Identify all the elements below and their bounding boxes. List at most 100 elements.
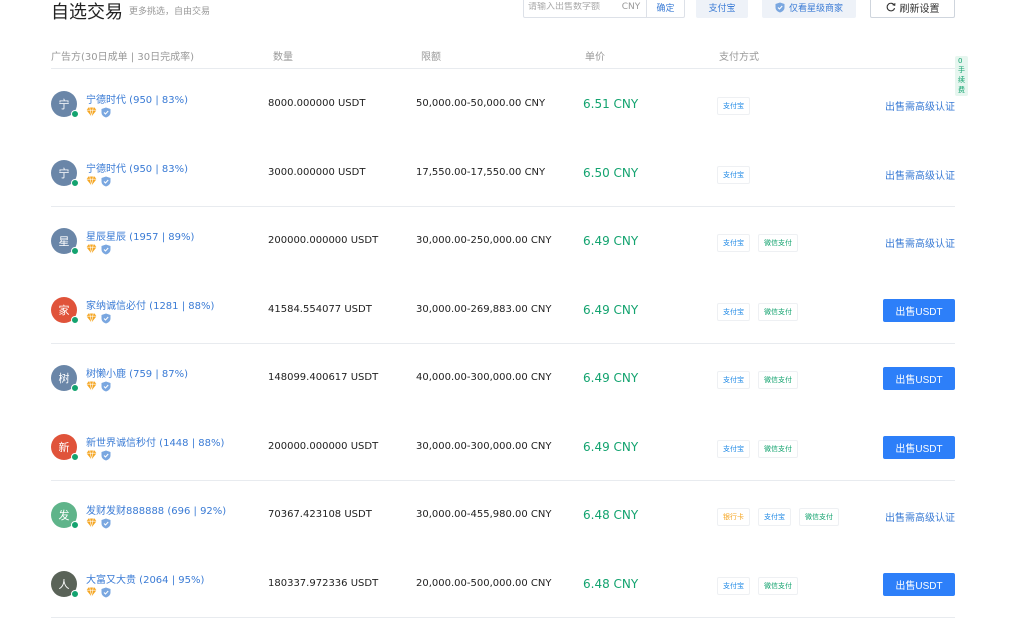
table-row: 人 大富又大贵 (2064 | 95%) 180337.972336 USDT … bbox=[51, 550, 955, 618]
sell-usdt-button[interactable]: 出售USDT bbox=[883, 367, 955, 390]
table-row: 树 树懒小鹿 (759 | 87%) 148099.400617 USDT 40… bbox=[51, 344, 955, 413]
merchant-name-link[interactable]: 发财发财888888 (696 | 92%) bbox=[86, 502, 226, 517]
online-status-dot bbox=[71, 521, 79, 529]
diamond-badge-icon bbox=[86, 312, 97, 323]
refresh-settings-button[interactable]: 刷新设置 bbox=[870, 0, 955, 18]
merchant-badges bbox=[86, 586, 111, 598]
avatar[interactable]: 宁 bbox=[51, 159, 79, 187]
advanced-verification-link[interactable]: 出售需高级认证 bbox=[885, 167, 955, 182]
merchant-name-link[interactable]: 大富又大贵 (2064 | 95%) bbox=[86, 571, 204, 586]
sell-usdt-button[interactable]: 出售USDT bbox=[883, 572, 955, 596]
ad-limit: 40,000.00-300,000.00 CNY bbox=[416, 372, 552, 383]
page-subtitle: 更多挑选，自由交易 bbox=[129, 7, 211, 17]
table-row: 发 发财发财888888 (696 | 92%) 70367.423108 US… bbox=[51, 481, 955, 550]
payment-methods: 支付宝 bbox=[717, 97, 750, 115]
ad-price: 6.49 CNY bbox=[583, 439, 639, 454]
avatar[interactable]: 新 bbox=[51, 433, 79, 461]
column-quantity: 数量 bbox=[273, 52, 293, 63]
sell-usdt-button[interactable]: 出售USDT bbox=[883, 298, 955, 322]
merchant-badges bbox=[86, 175, 111, 187]
refresh-settings-label: 刷新设置 bbox=[899, 3, 940, 15]
shield-check-icon bbox=[101, 244, 111, 255]
ad-price: 6.49 CNY bbox=[583, 371, 639, 385]
merchant-name-link[interactable]: 树懒小鹿 (759 | 87%) bbox=[86, 365, 188, 380]
ad-price: 6.50 CNY bbox=[583, 165, 639, 180]
sell-usdt-button[interactable]: 出售USDT bbox=[883, 435, 955, 459]
avatar-initial: 宁 bbox=[58, 98, 70, 111]
amount-confirm-button[interactable]: 确定 bbox=[646, 0, 684, 17]
merchant-badges bbox=[86, 312, 111, 324]
avatar[interactable]: 宁 bbox=[51, 91, 79, 118]
ad-quantity: 200000.000000 USDT bbox=[268, 440, 379, 452]
avatar[interactable]: 树 bbox=[51, 365, 79, 392]
amount-filter: CNY 确定 bbox=[523, 0, 685, 18]
payment-tag-wechat: 微信支付 bbox=[758, 234, 798, 252]
top-bar: 自选交易 更多挑选，自由交易 CNY 确定 支付宝 仅看星级商家 刷新设置 bbox=[0, 0, 1024, 40]
online-status-dot bbox=[71, 247, 79, 255]
merchant-name-link[interactable]: 宁德时代 (950 | 83%) bbox=[86, 91, 188, 106]
merchant-name-link[interactable]: 星辰星辰 (1957 | 89%) bbox=[86, 228, 194, 243]
star-merchant-filter-button[interactable]: 仅看星级商家 bbox=[762, 0, 856, 18]
payment-methods: 支付宝 bbox=[717, 165, 750, 184]
online-status-dot bbox=[71, 452, 79, 461]
payment-methods: 支付宝 微信支付 bbox=[717, 439, 798, 458]
ad-limit: 30,000.00-455,980.00 CNY bbox=[416, 509, 552, 520]
ad-quantity: 70367.423108 USDT bbox=[268, 509, 372, 520]
payment-filter-button[interactable]: 支付宝 bbox=[696, 0, 748, 18]
shield-check-icon bbox=[101, 518, 111, 529]
star-merchant-filter-label: 仅看星级商家 bbox=[788, 3, 843, 14]
column-price: 单价 bbox=[585, 52, 605, 63]
diamond-badge-icon bbox=[86, 107, 97, 117]
payment-tag-wechat: 微信支付 bbox=[758, 302, 798, 321]
online-status-dot bbox=[71, 384, 79, 392]
shield-check-icon bbox=[101, 176, 111, 186]
payment-tag-wechat: 微信支付 bbox=[758, 371, 798, 389]
avatar[interactable]: 发 bbox=[51, 502, 79, 529]
payment-tag-alipay: 支付宝 bbox=[717, 576, 750, 595]
advanced-verification-link[interactable]: 出售需高级认证 bbox=[885, 235, 955, 250]
advanced-verification-link[interactable]: 出售需高级认证 bbox=[885, 98, 955, 113]
merchant-name-link[interactable]: 新世界诚信秒付 (1448 | 88%) bbox=[86, 434, 224, 449]
payment-methods: 支付宝 微信支付 bbox=[717, 576, 798, 595]
ad-quantity: 200000.000000 USDT bbox=[268, 235, 379, 246]
payment-tag-wechat: 微信支付 bbox=[758, 439, 798, 458]
ad-price: 6.49 CNY bbox=[583, 302, 639, 317]
avatar[interactable]: 人 bbox=[51, 570, 79, 598]
diamond-badge-icon bbox=[86, 244, 97, 254]
payment-tag-alipay: 支付宝 bbox=[717, 371, 750, 389]
ad-price: 6.51 CNY bbox=[583, 97, 639, 111]
merchant-name-link[interactable]: 宁德时代 (950 | 83%) bbox=[86, 160, 188, 175]
amount-unit: CNY bbox=[621, 2, 641, 12]
ad-quantity: 148099.400617 USDT bbox=[268, 372, 379, 383]
payment-tag-alipay: 支付宝 bbox=[717, 165, 750, 184]
ad-limit: 30,000.00-300,000.00 CNY bbox=[416, 440, 552, 452]
refresh-icon bbox=[886, 2, 895, 12]
shield-check-icon bbox=[101, 450, 111, 460]
payment-tag-bank: 银行卡 bbox=[717, 508, 750, 526]
column-limit: 限额 bbox=[421, 52, 441, 63]
table-header: 广告方(30日成单 | 30日完成率) 数量 限额 单价 支付方式 ? 交易 0… bbox=[51, 40, 968, 96]
payment-tag-alipay: 支付宝 bbox=[717, 302, 750, 321]
diamond-badge-icon bbox=[86, 518, 97, 528]
ad-quantity: 41584.554077 USDT bbox=[268, 303, 372, 315]
merchant-name-link[interactable]: 家纳诚信必付 (1281 | 88%) bbox=[86, 297, 214, 312]
payment-tag-alipay: 支付宝 bbox=[717, 234, 750, 252]
merchant-badges bbox=[86, 244, 111, 255]
online-status-dot bbox=[71, 315, 79, 324]
avatar[interactable]: 家 bbox=[51, 296, 79, 324]
online-status-dot bbox=[71, 589, 79, 598]
ad-quantity: 3000.000000 USDT bbox=[268, 166, 366, 178]
amount-input[interactable] bbox=[524, 2, 616, 12]
ad-quantity: 180337.972336 USDT bbox=[268, 577, 379, 589]
avatar-initial: 新 bbox=[58, 440, 70, 454]
diamond-badge-icon bbox=[86, 586, 97, 597]
ad-limit: 17,550.00-17,550.00 CNY bbox=[416, 166, 546, 178]
table-row: 星 星辰星辰 (1957 | 89%) 200000.000000 USDT 3… bbox=[51, 207, 955, 276]
advanced-verification-link[interactable]: 出售需高级认证 bbox=[885, 509, 955, 524]
payment-methods: 支付宝 微信支付 bbox=[717, 302, 798, 321]
ad-limit: 30,000.00-269,883.00 CNY bbox=[416, 303, 552, 315]
payment-tag-wechat: 微信支付 bbox=[799, 508, 839, 526]
ad-limit: 30,000.00-250,000.00 CNY bbox=[416, 235, 552, 246]
avatar[interactable]: 星 bbox=[51, 228, 79, 255]
page-title: 自选交易 bbox=[51, 2, 123, 23]
